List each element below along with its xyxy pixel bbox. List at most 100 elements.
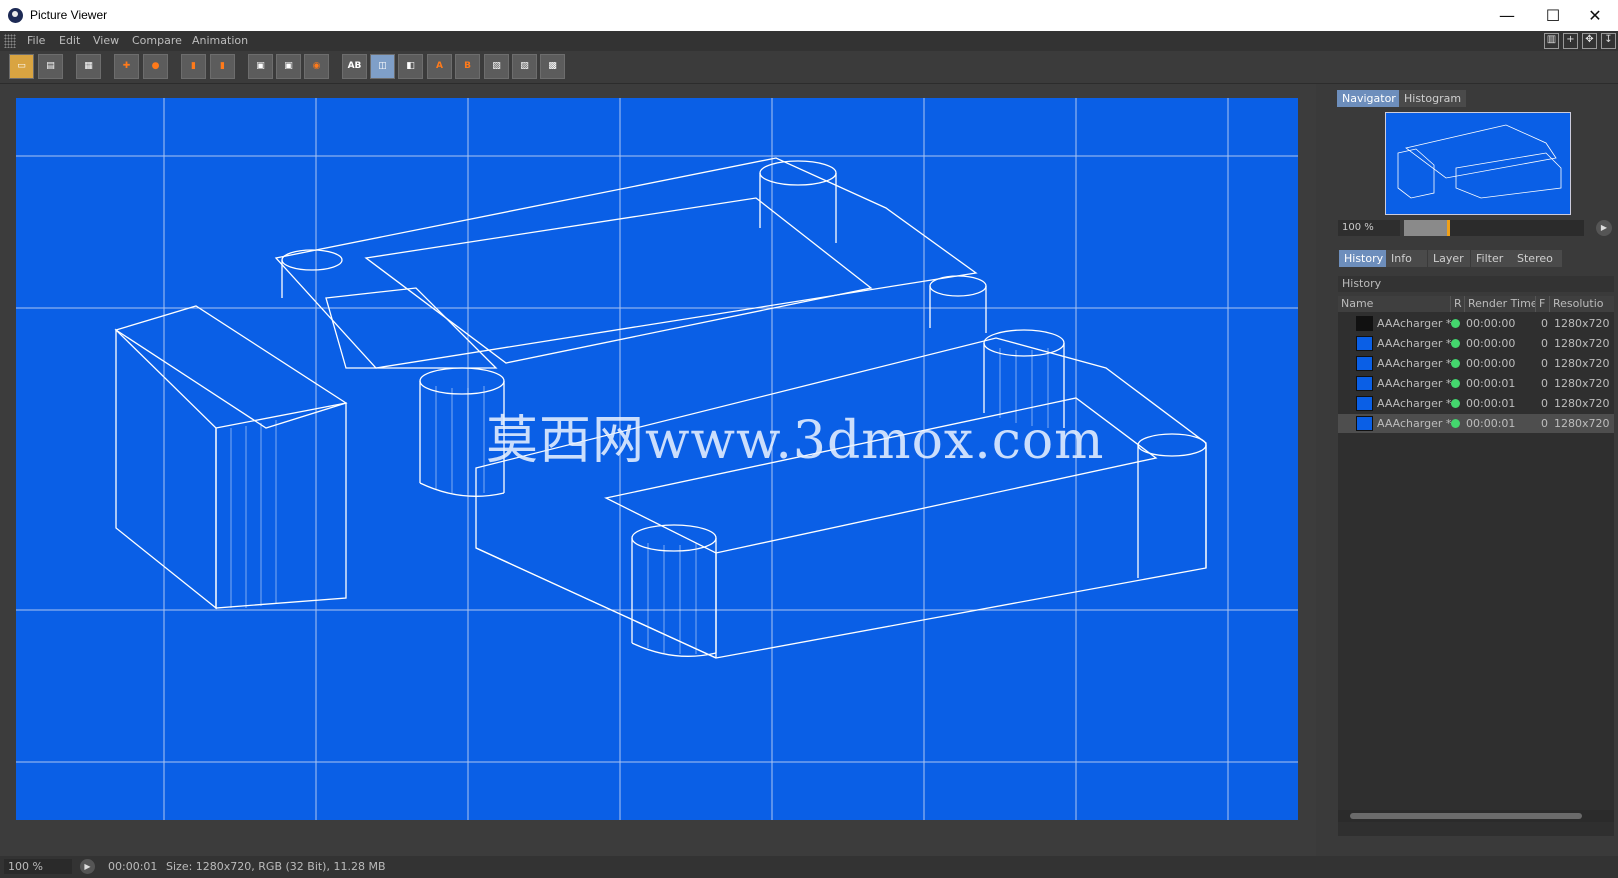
ab-split-icon[interactable]: ◫ <box>370 54 395 79</box>
frame-a-icon[interactable]: ▣ <box>248 54 273 79</box>
maximize-button[interactable]: ☐ <box>1530 0 1576 31</box>
user-icon[interactable]: ● <box>143 54 168 79</box>
history-table: Name R Render Time F Resolutio AAAcharge… <box>1338 296 1614 836</box>
row-resolution: 1280x720 <box>1554 337 1610 350</box>
ab-overlay-icon[interactable]: ◧ <box>398 54 423 79</box>
minimize-button[interactable]: — <box>1484 0 1530 31</box>
table-row[interactable]: AAAcharger * 00:00:01 0 1280x720 <box>1338 374 1614 393</box>
table-row[interactable]: AAAcharger * 00:00:01 0 1280x720 <box>1338 394 1614 413</box>
menu-view[interactable]: View <box>93 34 119 47</box>
frame-c-icon[interactable]: ◉ <box>304 54 329 79</box>
row-frame: 0 <box>1541 417 1548 430</box>
render-thumbnail <box>1356 376 1373 391</box>
navigator-zoom-field[interactable]: 100 % <box>1338 220 1400 236</box>
a-icon[interactable]: A <box>427 54 452 79</box>
tab-history[interactable]: History <box>1339 250 1389 267</box>
status-dot-icon <box>1451 339 1460 348</box>
row-time: 00:00:00 <box>1466 357 1516 370</box>
table-row[interactable]: AAAcharger * 00:00:00 0 1280x720 <box>1338 314 1614 333</box>
play-icon[interactable]: ▶ <box>80 859 95 874</box>
navigator-play-icon[interactable]: ▶ <box>1596 220 1612 236</box>
rendered-image: 莫西网www.3dmox.com <box>16 98 1298 820</box>
status-dot-icon <box>1451 419 1460 428</box>
b-icon[interactable]: B <box>455 54 480 79</box>
image-viewport[interactable]: 莫西网www.3dmox.com <box>0 84 1316 856</box>
col-name[interactable]: Name <box>1338 296 1451 312</box>
tab-info[interactable]: Info <box>1386 250 1427 267</box>
tab-layer[interactable]: Layer <box>1428 250 1470 267</box>
row-time: 00:00:01 <box>1466 397 1516 410</box>
zoom-slider-fill <box>1404 220 1449 236</box>
render-thumbnail <box>1356 356 1373 371</box>
grip-icon[interactable] <box>4 34 16 48</box>
status-bar: 100 % ▶ 00:00:01 Size: 1280x720, RGB (32… <box>0 856 1618 878</box>
panel-layout-icon[interactable]: ▥ <box>1544 33 1559 49</box>
render-thumbnail <box>1356 336 1373 351</box>
menu-edit[interactable]: Edit <box>59 34 80 47</box>
render-thumbnail <box>1356 416 1373 431</box>
row-frame: 0 <box>1541 357 1548 370</box>
compare-1-icon[interactable]: ▧ <box>484 54 509 79</box>
table-row[interactable]: AAAcharger * 00:00:00 0 1280x720 <box>1338 354 1614 373</box>
open-file-icon[interactable]: ▭ <box>9 54 34 79</box>
table-row-selected[interactable]: AAAcharger * 00:00:01 0 1280x720 <box>1338 414 1614 433</box>
expand-icon[interactable]: + <box>1563 33 1578 49</box>
scrollbar-thumb[interactable] <box>1350 813 1582 819</box>
compare-3-icon[interactable]: ▩ <box>540 54 565 79</box>
compare-2-icon[interactable]: ▨ <box>512 54 537 79</box>
film-a-icon[interactable]: ▮ <box>181 54 206 79</box>
row-name: AAAcharger * <box>1377 317 1452 330</box>
window-title: Picture Viewer <box>30 8 108 22</box>
row-time: 00:00:00 <box>1466 337 1516 350</box>
ab-icon[interactable]: AB <box>342 54 367 79</box>
status-time: 00:00:01 <box>108 860 158 873</box>
row-resolution: 1280x720 <box>1554 317 1610 330</box>
grid-icon[interactable]: ▦ <box>76 54 101 79</box>
col-resolution[interactable]: Resolutio <box>1550 296 1614 312</box>
status-dot-icon <box>1451 359 1460 368</box>
zoom-slider-thumb[interactable] <box>1447 220 1450 236</box>
frame-b-icon[interactable]: ▣ <box>276 54 301 79</box>
move-tool-icon[interactable]: ✚ <box>114 54 139 79</box>
row-name: AAAcharger * <box>1377 357 1452 370</box>
app-logo-icon <box>8 8 23 23</box>
status-info: Size: 1280x720, RGB (32 Bit), 11.28 MB <box>166 860 386 873</box>
history-scrollbar[interactable] <box>1338 810 1614 822</box>
status-zoom-field[interactable]: 100 % <box>4 859 72 874</box>
row-frame: 0 <box>1541 397 1548 410</box>
menu-animation[interactable]: Animation <box>192 34 248 47</box>
navigator-thumbnail[interactable] <box>1385 112 1571 215</box>
film-b-icon[interactable]: ▮ <box>210 54 235 79</box>
tab-stereo[interactable]: Stereo <box>1512 250 1562 267</box>
navigator-preview <box>1397 124 1562 199</box>
menu-file[interactable]: File <box>27 34 45 47</box>
layout-icons: ▥ + ✥ ↧ <box>1544 33 1616 49</box>
move-icon[interactable]: ✥ <box>1582 33 1597 49</box>
side-panel: Navigator Histogram 100 % ▶ History Info… <box>1326 84 1618 856</box>
render-thumbnail <box>1356 396 1373 411</box>
navigator-zoom-slider[interactable] <box>1404 220 1584 236</box>
row-frame: 0 <box>1541 337 1548 350</box>
watermark-text: 莫西网www.3dmox.com <box>486 411 1105 471</box>
table-row[interactable]: AAAcharger * 00:00:00 0 1280x720 <box>1338 334 1614 353</box>
row-frame: 0 <box>1541 377 1548 390</box>
row-time: 00:00:01 <box>1466 417 1516 430</box>
tab-histogram[interactable]: Histogram <box>1399 90 1467 107</box>
tab-navigator[interactable]: Navigator <box>1337 90 1401 107</box>
col-render-time[interactable]: Render Time <box>1465 296 1536 312</box>
menu-compare[interactable]: Compare <box>132 34 182 47</box>
row-name: AAAcharger * <box>1377 377 1452 390</box>
row-name: AAAcharger * <box>1377 337 1452 350</box>
toolbar: ▭ ▤ ▦ ✚ ● ▮ ▮ ▣ ▣ ◉ AB ◫ ◧ A B ▧ ▨ ▩ <box>0 51 1618 84</box>
close-button[interactable]: ✕ <box>1572 0 1618 31</box>
dock-icon[interactable]: ↧ <box>1601 33 1616 49</box>
save-icon[interactable]: ▤ <box>38 54 63 79</box>
row-resolution: 1280x720 <box>1554 397 1610 410</box>
menu-bar: File Edit View Compare Animation ▥ + ✥ ↧ <box>0 31 1618 51</box>
row-resolution: 1280x720 <box>1554 357 1610 370</box>
col-f[interactable]: F <box>1536 296 1550 312</box>
title-bar: Picture Viewer — ☐ ✕ <box>0 0 1618 31</box>
history-title: History <box>1338 276 1614 292</box>
col-r[interactable]: R <box>1451 296 1465 312</box>
tab-filter[interactable]: Filter <box>1471 250 1513 267</box>
